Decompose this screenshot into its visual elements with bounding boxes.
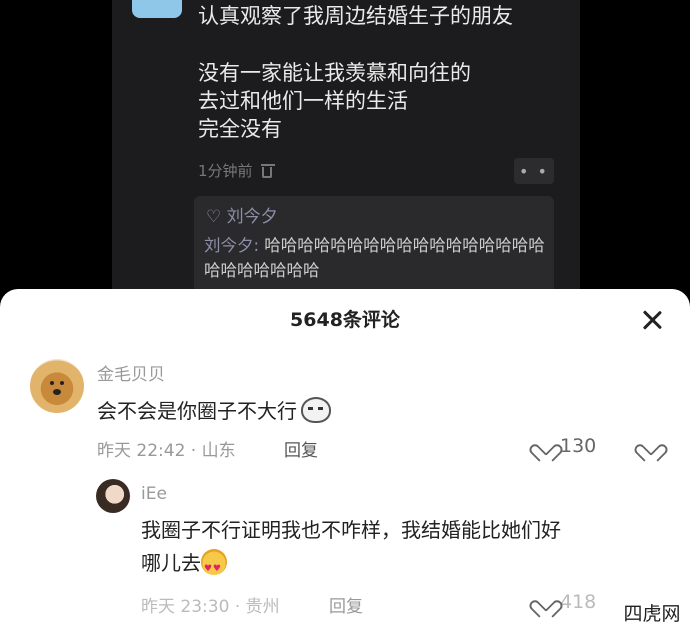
heart-icon <box>536 593 556 611</box>
heart-eyes-emoji-icon <box>201 549 227 586</box>
liked-by: ♡ 刘今夕 <box>206 207 278 227</box>
like-count: 130 <box>560 435 597 457</box>
comment-meta: 昨天 22:42 · 山东 <box>97 441 236 461</box>
post-time: 1分钟前 <box>198 162 253 180</box>
comment-text: 我圈子不行证明我也不咋样，我结婚能比她们好 哪儿去 <box>141 514 671 586</box>
more-button[interactable]: • • <box>514 158 554 184</box>
comment-meta: 昨天 23:30 · 贵州 <box>141 597 280 617</box>
like-button[interactable]: 130 <box>536 435 596 457</box>
post-line: 完全没有 <box>198 117 282 141</box>
dislike-icon[interactable] <box>641 437 661 455</box>
post-avatar[interactable] <box>132 0 182 18</box>
comment-username[interactable]: 金毛贝贝 <box>97 360 165 385</box>
comments-count-title: 5648条评论 <box>290 309 400 331</box>
post-line: 认真观察了我周边结婚生子的朋友 <box>198 4 513 28</box>
post-line: 去过和他们一样的生活 <box>198 89 408 113</box>
reply-box[interactable]: ♡ 刘今夕 刘今夕: 哈哈哈哈哈哈哈哈哈哈哈哈哈哈哈哈哈哈哈哈哈哈哈哈 <box>194 196 554 300</box>
reply-text: 刘今夕: 哈哈哈哈哈哈哈哈哈哈哈哈哈哈哈哈哈哈哈哈哈哈哈哈 <box>204 233 552 283</box>
reply-button[interactable]: 回复 <box>329 592 363 617</box>
like-count: 418 <box>560 591 597 613</box>
post-text: 认真观察了我周边结婚生子的朋友 没有一家能让我羡慕和向往的 去过和他们一样的生活… <box>198 2 568 143</box>
heart-icon <box>536 437 556 455</box>
post-line: 没有一家能让我羡慕和向往的 <box>198 61 471 85</box>
like-button[interactable]: 418 <box>536 591 596 613</box>
reply-author[interactable]: 刘今夕: <box>204 236 259 255</box>
avatar[interactable] <box>96 479 130 513</box>
trash-icon[interactable] <box>260 163 275 179</box>
comment-username[interactable]: iEe <box>141 484 167 504</box>
comments-sheet: 5648条评论 金毛贝贝 会不会是你圈子不大行 昨天 22:42 · 山东 回复… <box>0 289 690 632</box>
reply-button[interactable]: 回复 <box>284 436 318 461</box>
post-meta: 1分钟前 <box>198 160 275 181</box>
close-icon[interactable] <box>639 307 665 333</box>
comment-text: 会不会是你圈子不大行 <box>97 395 331 424</box>
cat-emoji-icon <box>301 396 331 423</box>
post-card: 认真观察了我周边结婚生子的朋友 没有一家能让我羡慕和向往的 去过和他们一样的生活… <box>112 0 580 300</box>
watermark: 四虎网 <box>614 593 690 632</box>
avatar[interactable] <box>30 359 84 413</box>
